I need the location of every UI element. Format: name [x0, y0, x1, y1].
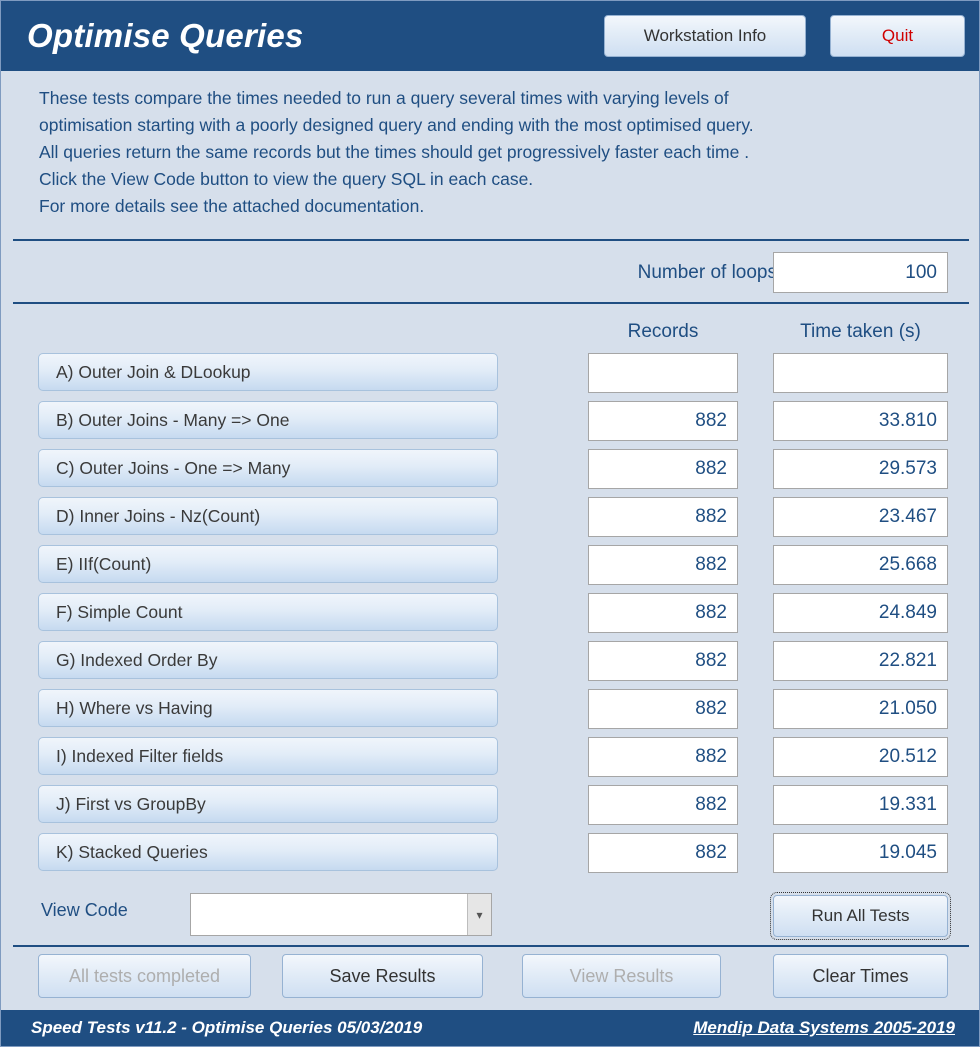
table-row: H) Where vs Having 882 21.050	[1, 689, 979, 737]
test-rows: A) Outer Join & DLookup B) Outer Joins - …	[1, 353, 979, 881]
table-row: C) Outer Joins - One => Many 882 29.573	[1, 449, 979, 497]
bottom-button-bar: All tests completed Save Results View Re…	[1, 954, 979, 1004]
table-row: D) Inner Joins - Nz(Count) 882 23.467	[1, 497, 979, 545]
application-window: Optimise Queries Workstation Info Quit T…	[0, 0, 980, 1047]
time-value: 24.849	[773, 593, 948, 633]
records-value: 882	[588, 497, 738, 537]
view-results-button: View Results	[522, 954, 721, 998]
test-button[interactable]: H) Where vs Having	[38, 689, 498, 727]
loops-label: Number of loops	[637, 262, 777, 283]
loops-input[interactable]: 100	[773, 252, 948, 293]
records-value: 882	[588, 737, 738, 777]
time-value: 19.331	[773, 785, 948, 825]
save-results-button[interactable]: Save Results	[282, 954, 483, 998]
records-value: 882	[588, 785, 738, 825]
records-value	[588, 353, 738, 393]
time-value: 23.467	[773, 497, 948, 537]
chevron-down-icon[interactable]: ▾	[467, 894, 491, 935]
description-line-4: Click the View Code button to view the q…	[39, 169, 534, 189]
status-bar: Speed Tests v11.2 - Optimise Queries 05/…	[1, 1010, 979, 1046]
description-line-2: optimisation starting with a poorly desi…	[39, 115, 754, 135]
records-value: 882	[588, 401, 738, 441]
view-code-select[interactable]: ▾	[190, 893, 492, 936]
test-button[interactable]: I) Indexed Filter fields	[38, 737, 498, 775]
quit-button[interactable]: Quit	[830, 15, 965, 57]
test-button[interactable]: C) Outer Joins - One => Many	[38, 449, 498, 487]
time-value: 19.045	[773, 833, 948, 873]
description-line-1: These tests compare the times needed to …	[39, 88, 729, 108]
records-value: 882	[588, 833, 738, 873]
time-value: 20.512	[773, 737, 948, 777]
workstation-info-button[interactable]: Workstation Info	[604, 15, 806, 57]
records-value: 882	[588, 545, 738, 585]
test-button[interactable]: A) Outer Join & DLookup	[38, 353, 498, 391]
time-value: 25.668	[773, 545, 948, 585]
test-button[interactable]: F) Simple Count	[38, 593, 498, 631]
test-button[interactable]: E) IIf(Count)	[38, 545, 498, 583]
clear-times-button[interactable]: Clear Times	[773, 954, 948, 998]
test-button[interactable]: J) First vs GroupBy	[38, 785, 498, 823]
status-bar-company-link[interactable]: Mendip Data Systems 2005-2019	[693, 1018, 955, 1038]
time-value: 29.573	[773, 449, 948, 489]
table-row: B) Outer Joins - Many => One 882 33.810	[1, 401, 979, 449]
test-button[interactable]: G) Indexed Order By	[38, 641, 498, 679]
records-value: 882	[588, 593, 738, 633]
description-block: These tests compare the times needed to …	[1, 71, 979, 237]
table-row: G) Indexed Order By 882 22.821	[1, 641, 979, 689]
divider-bottom	[13, 945, 969, 947]
time-value: 22.821	[773, 641, 948, 681]
description-line-5: For more details see the attached docume…	[39, 196, 425, 216]
test-button[interactable]: K) Stacked Queries	[38, 833, 498, 871]
page-title: Optimise Queries	[27, 17, 304, 54]
time-value	[773, 353, 948, 393]
title-bar: Optimise Queries Workstation Info Quit	[1, 1, 979, 71]
view-code-selected-value	[191, 894, 467, 935]
run-all-tests-button[interactable]: Run All Tests	[770, 892, 951, 940]
table-row: A) Outer Join & DLookup	[1, 353, 979, 401]
divider-loops	[13, 302, 969, 304]
table-row: K) Stacked Queries 882 19.045	[1, 833, 979, 881]
test-button[interactable]: B) Outer Joins - Many => One	[38, 401, 498, 439]
column-header-time: Time taken (s)	[800, 321, 921, 342]
status-bar-version: Speed Tests v11.2 - Optimise Queries 05/…	[31, 1018, 423, 1037]
status-button: All tests completed	[38, 954, 251, 998]
table-row: F) Simple Count 882 24.849	[1, 593, 979, 641]
records-value: 882	[588, 689, 738, 729]
view-code-label: View Code	[41, 900, 128, 920]
divider-top	[13, 239, 969, 241]
records-value: 882	[588, 641, 738, 681]
table-row: J) First vs GroupBy 882 19.331	[1, 785, 979, 833]
time-value: 33.810	[773, 401, 948, 441]
header-button-group: Workstation Info Quit	[604, 15, 965, 57]
time-value: 21.050	[773, 689, 948, 729]
table-row: E) IIf(Count) 882 25.668	[1, 545, 979, 593]
test-button[interactable]: D) Inner Joins - Nz(Count)	[38, 497, 498, 535]
table-row: I) Indexed Filter fields 882 20.512	[1, 737, 979, 785]
records-value: 882	[588, 449, 738, 489]
column-header-records: Records	[627, 321, 699, 342]
description-line-3: All queries return the same records but …	[39, 142, 750, 162]
